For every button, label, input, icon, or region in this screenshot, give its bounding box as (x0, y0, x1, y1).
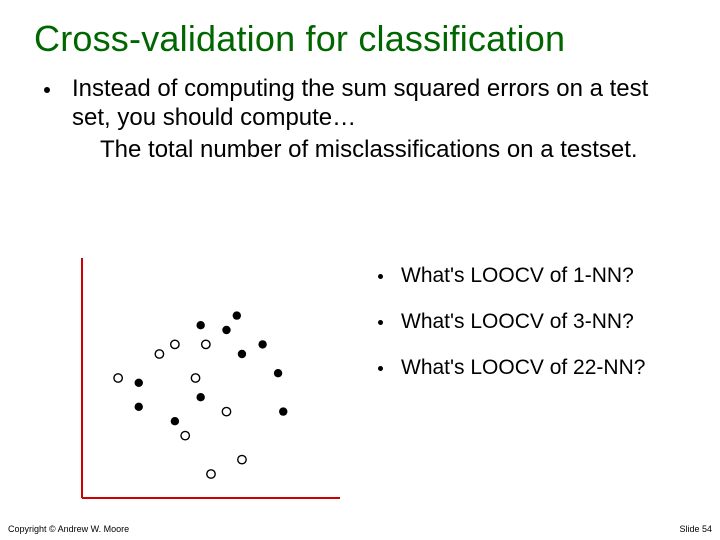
question-2-text: What's LOOCV of 3-NN? (401, 310, 634, 334)
bullet-dot-icon (44, 87, 50, 93)
slide-title: Cross-validation for classification (0, 0, 720, 60)
question-2: What's LOOCV of 3-NN? (378, 310, 645, 334)
scatter-svg (72, 258, 342, 508)
data-point-filled (171, 417, 179, 425)
data-point-hollow (222, 407, 230, 415)
data-point-filled (135, 403, 143, 411)
copyright-text: Copyright © Andrew W. Moore (8, 524, 129, 534)
data-point-hollow (155, 350, 163, 358)
data-point-filled (196, 321, 204, 329)
question-1-text: What's LOOCV of 1-NN? (401, 264, 634, 288)
data-point-hollow (171, 340, 179, 348)
data-point-hollow (207, 470, 215, 478)
data-point-filled (196, 393, 204, 401)
slide-body: Instead of computing the sum squared err… (0, 60, 720, 164)
scatter-plot (72, 258, 342, 513)
data-point-filled (222, 326, 230, 334)
slide: Cross-validation for classification Inst… (0, 0, 720, 540)
data-point-hollow (191, 374, 199, 382)
data-point-filled (238, 350, 246, 358)
data-point-filled (274, 369, 282, 377)
question-3: What's LOOCV of 22-NN? (378, 356, 645, 380)
data-point-filled (233, 311, 241, 319)
question-3-text: What's LOOCV of 22-NN? (401, 356, 645, 380)
data-point-hollow (238, 455, 246, 463)
data-point-hollow (114, 374, 122, 382)
data-point-hollow (181, 431, 189, 439)
bullet-dot-icon (378, 320, 383, 325)
questions-list: What's LOOCV of 1-NN? What's LOOCV of 3-… (378, 264, 645, 402)
data-point-filled (279, 407, 287, 415)
bullet-main-text: Instead of computing the sum squared err… (72, 74, 680, 133)
slide-number: Slide 54 (679, 524, 712, 534)
bullet-sub-text: The total number of misclassifications o… (100, 135, 680, 164)
bullet-dot-icon (378, 274, 383, 279)
bullet-main: Instead of computing the sum squared err… (40, 74, 680, 133)
bullet-dot-icon (378, 366, 383, 371)
data-point-hollow (202, 340, 210, 348)
data-point-filled (258, 340, 266, 348)
question-1: What's LOOCV of 1-NN? (378, 264, 645, 288)
data-point-filled (135, 379, 143, 387)
